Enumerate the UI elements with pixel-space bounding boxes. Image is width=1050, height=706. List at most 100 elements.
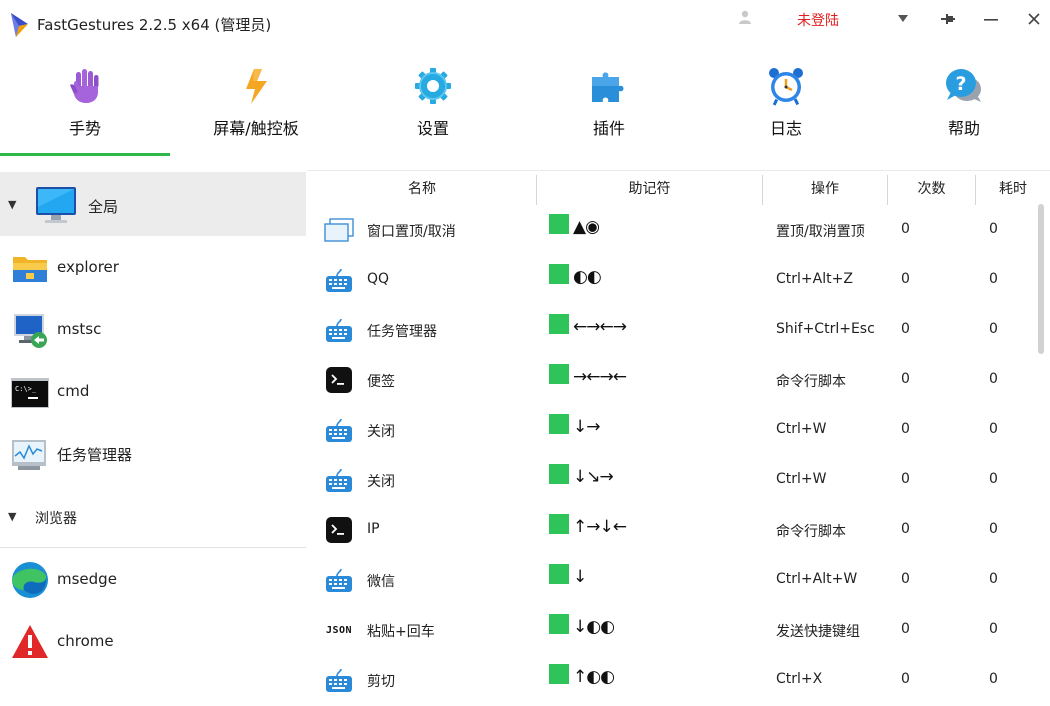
gesture-action: Ctrl+X — [776, 671, 823, 687]
login-status-link[interactable]: 未登陆 — [797, 10, 839, 30]
gesture-mnemonic: ↓ — [573, 567, 587, 587]
sidebar-item-label: 任务管理器 — [57, 446, 133, 464]
table-row[interactable]: IP ↑→↓← 命令行脚本 0 0 — [308, 505, 1038, 555]
gesture-color-swatch — [549, 364, 569, 384]
close-icon — [1028, 13, 1040, 25]
tab-screen-touchpad[interactable]: 屏幕/触控板 — [171, 64, 341, 154]
table-row[interactable]: 剪切 ↑◐◐ Ctrl+X 0 0 — [308, 655, 1038, 705]
gesture-count: 0 — [901, 321, 910, 337]
gesture-mnemonic: ▲◉ — [573, 217, 600, 237]
column-header-action[interactable]: 操作 — [763, 171, 887, 207]
table-row[interactable]: 微信 ↓ Ctrl+Alt+W 0 0 — [308, 555, 1038, 605]
gesture-mnemonic: ↑◐◐ — [573, 667, 615, 687]
table-row[interactable]: 关闭 ↓↘→ Ctrl+W 0 0 — [308, 455, 1038, 505]
gesture-count: 0 — [901, 671, 910, 687]
tab-log-label: 日志 — [769, 119, 802, 138]
tab-plugins[interactable]: 插件 — [524, 64, 694, 154]
window-icon — [324, 216, 354, 244]
sidebar-item-explorer[interactable]: explorer — [0, 236, 306, 298]
gesture-count: 0 — [901, 621, 910, 637]
gesture-time: 0 — [989, 321, 998, 337]
gesture-color-swatch — [549, 414, 569, 434]
folder-icon — [13, 257, 47, 282]
column-header-time[interactable]: 耗时 — [976, 171, 1050, 207]
svg-text:C:\>_: C:\>_ — [15, 385, 37, 393]
sidebar-group-browser[interactable]: ▼ 浏览器 — [0, 484, 306, 548]
keyboard-icon — [324, 416, 354, 444]
gesture-name: 关闭 — [367, 474, 395, 490]
task-manager-icon — [12, 440, 46, 470]
keyboard-icon — [324, 316, 354, 344]
gesture-color-swatch — [549, 464, 569, 484]
gesture-count: 0 — [901, 471, 910, 487]
dropdown-menu-button[interactable] — [890, 6, 916, 32]
pin-icon — [941, 14, 955, 24]
warning-icon — [12, 625, 48, 658]
gesture-count: 0 — [901, 271, 910, 287]
collapse-triangle-icon[interactable]: ▼ — [8, 510, 16, 523]
sidebar-item-cmd[interactable]: C:\>_ cmd — [0, 360, 306, 422]
gesture-time: 0 — [989, 471, 998, 487]
gesture-time: 0 — [989, 271, 998, 287]
table-row[interactable]: 关闭 ↓→ Ctrl+W 0 0 — [308, 405, 1038, 455]
sidebar-group-global-label: 全局 — [88, 198, 119, 216]
tab-plugins-label: 插件 — [592, 119, 625, 138]
terminal-icon: C:\>_ — [11, 378, 49, 408]
gesture-name: 剪切 — [367, 674, 395, 690]
tab-settings[interactable]: 设置 — [348, 64, 518, 154]
app-group-sidebar: ▼ 全局 explorer mstsc C:\>_ cmd 任务管理器 ▼ 浏览… — [0, 170, 306, 706]
tab-settings-label: 设置 — [416, 119, 449, 138]
table-row[interactable]: QQ ◐◐ Ctrl+Alt+Z 0 0 — [308, 255, 1038, 305]
alarm-clock-icon — [764, 64, 808, 108]
gesture-color-swatch — [549, 664, 569, 684]
tab-gestures[interactable]: 手势 — [0, 64, 170, 154]
sidebar-item-label: mstsc — [57, 320, 102, 338]
gesture-action: 置顶/取消置顶 — [776, 224, 865, 240]
gear-icon — [411, 64, 455, 108]
column-header-mnemonic[interactable]: 助记符 — [537, 171, 762, 207]
gesture-mnemonic: ↑→↓← — [573, 517, 627, 537]
table-scrollbar[interactable] — [1038, 204, 1044, 354]
tab-help[interactable]: ? 帮助 — [879, 64, 1049, 154]
gesture-color-swatch — [549, 314, 569, 334]
column-header-count[interactable]: 次数 — [888, 171, 975, 207]
gesture-count: 0 — [901, 371, 910, 387]
sidebar-item-chrome[interactable]: chrome — [0, 610, 306, 672]
gesture-color-swatch — [549, 514, 569, 534]
gesture-action: Ctrl+Alt+W — [776, 571, 858, 587]
sidebar-item-task-manager[interactable]: 任务管理器 — [0, 422, 306, 484]
gesture-mnemonic: →←→← — [573, 367, 627, 387]
table-row[interactable]: JSON 粘贴+回车 ↓◐◐ 发送快捷键组 0 0 — [308, 605, 1038, 655]
table-row[interactable]: 便签 →←→← 命令行脚本 0 0 — [308, 355, 1038, 405]
terminal-icon — [324, 366, 354, 394]
gesture-action: Shif+Ctrl+Esc — [776, 321, 875, 337]
keyboard-icon — [324, 666, 354, 694]
sidebar-group-global[interactable]: ▼ 全局 — [0, 172, 306, 236]
gesture-time: 0 — [989, 621, 998, 637]
sidebar-item-msedge[interactable]: msedge — [0, 548, 306, 610]
gesture-action: Ctrl+Alt+Z — [776, 271, 853, 287]
user-icon[interactable] — [737, 9, 753, 25]
pin-button[interactable] — [935, 6, 961, 32]
minimize-button[interactable] — [978, 6, 1004, 32]
table-row[interactable]: 窗口置顶/取消 ▲◉ 置顶/取消置顶 0 0 — [308, 205, 1038, 255]
help-icon: ? — [942, 64, 986, 108]
column-header-name[interactable]: 名称 — [308, 171, 536, 207]
gesture-name: 粘贴+回车 — [367, 624, 435, 640]
sidebar-item-mstsc[interactable]: mstsc — [0, 298, 306, 360]
window-title: FastGestures 2.2.5 x64 (管理员) — [37, 16, 272, 34]
gesture-count: 0 — [901, 571, 910, 587]
gesture-action: 命令行脚本 — [776, 374, 846, 390]
sidebar-item-label: cmd — [57, 382, 90, 400]
collapse-triangle-icon[interactable]: ▼ — [8, 198, 16, 211]
gesture-name: 便签 — [367, 374, 395, 390]
gesture-action: Ctrl+W — [776, 471, 827, 487]
table-row[interactable]: 任务管理器 ←→←→ Shif+Ctrl+Esc 0 0 — [308, 305, 1038, 355]
gesture-time: 0 — [989, 521, 998, 537]
close-button[interactable] — [1021, 6, 1047, 32]
gesture-mnemonic: ←→←→ — [573, 317, 627, 337]
tab-log[interactable]: 日志 — [701, 64, 871, 154]
tab-screen-touchpad-label: 屏幕/触控板 — [213, 119, 299, 138]
gesture-action: 命令行脚本 — [776, 524, 846, 540]
gesture-mnemonic: ↓↘→ — [573, 467, 614, 487]
